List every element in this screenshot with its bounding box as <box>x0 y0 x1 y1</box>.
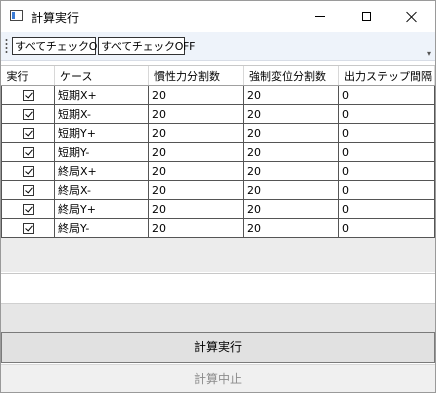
column-header-run[interactable]: 実行 <box>1 66 55 86</box>
forced-displacement-divisions-cell[interactable]: 20 <box>243 161 339 181</box>
minimize-button[interactable] <box>297 1 343 32</box>
table-row[interactable]: 終局Y- 20 20 0 <box>1 218 435 238</box>
run-cell[interactable] <box>1 104 55 124</box>
output-step-interval-cell[interactable]: 0 <box>338 218 435 238</box>
case-cell[interactable]: 終局Y+ <box>54 199 149 219</box>
run-checkbox[interactable] <box>22 147 34 158</box>
close-icon <box>406 11 418 23</box>
table-row[interactable]: 終局X+ 20 20 0 <box>1 161 435 181</box>
forced-displacement-divisions-cell[interactable]: 20 <box>243 85 339 105</box>
column-header-case[interactable]: ケース <box>54 66 149 86</box>
minimize-icon <box>315 16 325 17</box>
run-cell[interactable] <box>1 123 55 143</box>
forced-displacement-divisions-cell[interactable]: 20 <box>243 123 339 143</box>
output-step-interval-cell[interactable]: 0 <box>338 123 435 143</box>
forced-displacement-divisions-cell[interactable]: 20 <box>243 104 339 124</box>
dialog-window: 計算実行 すべてチェックON すべてチェックOFF ▾ 実行 ケース 慣性力分割… <box>0 0 436 393</box>
table-row[interactable]: 終局Y+ 20 20 0 <box>1 199 435 219</box>
inertia-divisions-cell[interactable]: 20 <box>148 199 244 219</box>
grid-header-row: 実行 ケース 慣性力分割数 強制変位分割数 出力ステップ間隔 <box>1 66 435 86</box>
table-row[interactable]: 短期Y+ 20 20 0 <box>1 123 435 143</box>
forced-displacement-divisions-cell[interactable]: 20 <box>243 199 339 219</box>
run-cell[interactable] <box>1 161 55 181</box>
inertia-divisions-cell[interactable]: 20 <box>148 180 244 200</box>
inertia-divisions-cell[interactable]: 20 <box>148 85 244 105</box>
run-cell[interactable] <box>1 180 55 200</box>
inertia-divisions-cell[interactable]: 20 <box>148 218 244 238</box>
case-cell[interactable]: 終局Y- <box>54 218 149 238</box>
inertia-divisions-cell[interactable]: 20 <box>148 104 244 124</box>
output-step-interval-cell[interactable]: 0 <box>338 142 435 162</box>
forced-displacement-divisions-cell[interactable]: 20 <box>243 218 339 238</box>
column-header-forced-displacement-divisions[interactable]: 強制変位分割数 <box>243 66 339 86</box>
table-row[interactable]: 短期X+ 20 20 0 <box>1 85 435 105</box>
case-grid-area: 実行 ケース 慣性力分割数 強制変位分割数 出力ステップ間隔 短期X+ 20 20 0… <box>1 65 435 272</box>
case-cell[interactable]: 短期X- <box>54 104 149 124</box>
maximize-icon <box>361 12 371 21</box>
output-step-interval-cell[interactable]: 0 <box>338 85 435 105</box>
toolbar-grip-icon[interactable] <box>5 38 8 54</box>
title-bar[interactable]: 計算実行 <box>1 1 435 32</box>
maximize-button[interactable] <box>343 1 389 32</box>
toolbar: すべてチェックON すべてチェックOFF ▾ <box>1 32 435 61</box>
case-cell[interactable]: 短期Y+ <box>54 123 149 143</box>
stop-calculation-button[interactable]: 計算中止 <box>1 364 435 392</box>
forced-displacement-divisions-cell[interactable]: 20 <box>243 180 339 200</box>
close-button[interactable] <box>389 1 435 32</box>
blank-panel <box>1 273 435 304</box>
forced-displacement-divisions-cell[interactable]: 20 <box>243 142 339 162</box>
output-step-interval-cell[interactable]: 0 <box>338 180 435 200</box>
table-row[interactable]: 短期Y- 20 20 0 <box>1 142 435 162</box>
run-checkbox[interactable] <box>22 185 34 196</box>
output-step-interval-cell[interactable]: 0 <box>338 199 435 219</box>
run-checkbox[interactable] <box>22 166 34 177</box>
run-calculation-button[interactable]: 計算実行 <box>1 332 435 363</box>
status-panel <box>1 303 435 333</box>
check-all-off-button[interactable]: すべてチェックOFF <box>98 37 195 55</box>
check-all-on-button[interactable]: すべてチェックON <box>12 37 105 55</box>
case-cell[interactable]: 短期X+ <box>54 85 149 105</box>
run-checkbox[interactable] <box>22 90 34 101</box>
run-checkbox[interactable] <box>22 204 34 215</box>
run-cell[interactable] <box>1 218 55 238</box>
run-checkbox[interactable] <box>22 109 34 120</box>
column-header-inertia-divisions[interactable]: 慣性力分割数 <box>148 66 244 86</box>
inertia-divisions-cell[interactable]: 20 <box>148 161 244 181</box>
case-cell[interactable]: 終局X+ <box>54 161 149 181</box>
run-cell[interactable] <box>1 85 55 105</box>
run-cell[interactable] <box>1 142 55 162</box>
table-row[interactable]: 短期X- 20 20 0 <box>1 104 435 124</box>
inertia-divisions-cell[interactable]: 20 <box>148 123 244 143</box>
run-checkbox[interactable] <box>22 223 34 234</box>
case-cell[interactable]: 終局X- <box>54 180 149 200</box>
run-checkbox[interactable] <box>22 128 34 139</box>
output-step-interval-cell[interactable]: 0 <box>338 104 435 124</box>
app-window-icon <box>10 10 23 21</box>
window-title: 計算実行 <box>31 11 80 25</box>
inertia-divisions-cell[interactable]: 20 <box>148 142 244 162</box>
toolbar-overflow-icon[interactable]: ▾ <box>427 50 431 58</box>
output-step-interval-cell[interactable]: 0 <box>338 161 435 181</box>
case-grid: 実行 ケース 慣性力分割数 強制変位分割数 出力ステップ間隔 短期X+ 20 20 0… <box>1 66 435 238</box>
column-header-output-step-interval[interactable]: 出力ステップ間隔 <box>338 66 435 86</box>
table-row[interactable]: 終局X- 20 20 0 <box>1 180 435 200</box>
run-cell[interactable] <box>1 199 55 219</box>
case-cell[interactable]: 短期Y- <box>54 142 149 162</box>
